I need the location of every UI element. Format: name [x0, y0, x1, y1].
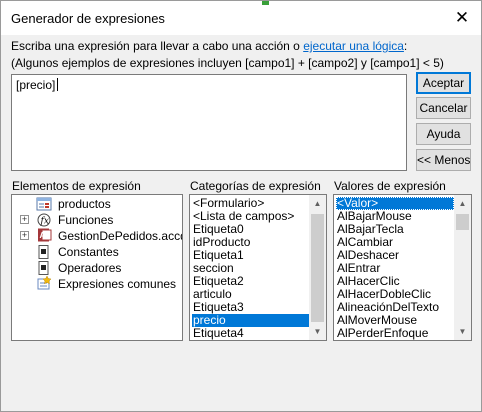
- value-item[interactable]: AlPerderEnfoque: [336, 327, 428, 340]
- tree-item-funciones[interactable]: + fx Funciones: [12, 212, 182, 228]
- tree-item-expresiones-comunes[interactable]: Expresiones comunes: [12, 276, 182, 292]
- operators-icon: [38, 261, 49, 275]
- tree-item-operadores[interactable]: Operadores: [12, 260, 182, 276]
- svg-text:fx: fx: [40, 217, 49, 227]
- expand-plus-icon[interactable]: +: [20, 215, 29, 224]
- values-label: Valores de expresión: [334, 179, 446, 193]
- values-scrollbar[interactable]: ▲ ▼: [454, 195, 471, 340]
- logic-link[interactable]: ejecutar una lógica: [303, 39, 404, 53]
- categories-scrollbar[interactable]: ▲ ▼: [309, 195, 326, 340]
- accept-button[interactable]: Aceptar: [416, 72, 471, 94]
- scroll-thumb[interactable]: [456, 214, 469, 230]
- window-edge-marker: [262, 1, 269, 5]
- tree-item-label: Funciones: [58, 213, 114, 227]
- tree-item-constantes[interactable]: Constantes: [12, 244, 182, 260]
- elements-label: Elementos de expresión: [12, 179, 141, 193]
- svg-text:A: A: [40, 231, 46, 240]
- cancel-button[interactable]: Cancelar: [416, 97, 471, 119]
- instructions-line-1: Escriba una expresión para llevar a cabo…: [11, 39, 408, 53]
- scroll-thumb[interactable]: [311, 214, 324, 322]
- common-expressions-icon: [37, 276, 52, 290]
- less-button[interactable]: << Menos: [416, 149, 471, 171]
- scroll-down-icon[interactable]: ▼: [309, 323, 326, 340]
- tree-item-label: Operadores: [58, 261, 122, 275]
- tree-item-database[interactable]: + A GestionDePedidos.accdb: [12, 228, 182, 244]
- tree-item-productos[interactable]: productos: [12, 196, 182, 212]
- tree-item-label: productos: [58, 197, 111, 211]
- help-button[interactable]: Ayuda: [416, 123, 471, 145]
- scroll-up-icon[interactable]: ▲: [309, 195, 326, 212]
- expression-input[interactable]: [precio]: [11, 74, 407, 171]
- categories-label: Categorías de expresión: [190, 179, 321, 193]
- form-icon: [36, 197, 52, 211]
- elements-tree[interactable]: productos + fx Funciones + A GestionDePe…: [11, 194, 183, 341]
- title-bar: Generador de expresiones ✕: [1, 1, 481, 35]
- constants-icon: [38, 245, 49, 259]
- text-caret: [57, 78, 59, 91]
- expand-plus-icon[interactable]: +: [20, 231, 29, 240]
- close-icon[interactable]: ✕: [449, 5, 475, 31]
- expression-text: [precio]: [16, 78, 56, 92]
- values-listbox[interactable]: <Valor> AlBajarMouse AlBajarTecla AlCamb…: [333, 194, 472, 341]
- tree-item-label: GestionDePedidos.accdb: [58, 229, 183, 243]
- function-icon: fx: [37, 213, 51, 227]
- tree-item-label: Expresiones comunes: [58, 277, 177, 291]
- instructions-line-2: (Algunos ejemplos de expresiones incluye…: [11, 56, 444, 70]
- expression-builder-dialog: Generador de expresiones ✕ Escriba una e…: [0, 0, 482, 412]
- scroll-up-icon[interactable]: ▲: [454, 195, 471, 212]
- tree-item-label: Constantes: [58, 245, 119, 259]
- dialog-title: Generador de expresiones: [11, 11, 165, 26]
- database-icon: A: [38, 228, 52, 242]
- categories-listbox[interactable]: <Formulario> <Lista de campos> Etiqueta0…: [189, 194, 327, 341]
- category-item[interactable]: Etiqueta4: [192, 327, 244, 340]
- scroll-down-icon[interactable]: ▼: [454, 323, 471, 340]
